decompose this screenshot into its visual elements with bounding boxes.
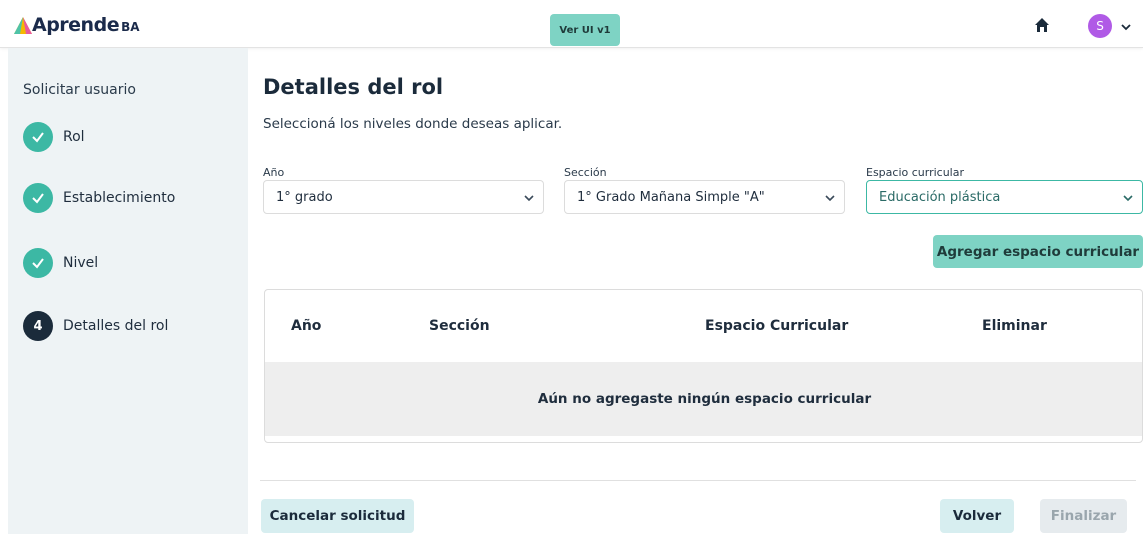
chevron-down-icon [523, 192, 535, 204]
column-header: Sección [429, 318, 490, 334]
step-detalles-del-rol: 4 Detalles del rol [23, 311, 168, 341]
step-label: Detalles del rol [63, 318, 169, 334]
step-label: Nivel [63, 255, 99, 271]
chevron-down-icon [824, 192, 836, 204]
back-button[interactable]: Volver [940, 499, 1014, 533]
step-number: 4 [23, 311, 53, 341]
logo-mark-icon [12, 15, 34, 35]
finish-button[interactable]: Finalizar [1040, 499, 1127, 533]
step-establecimiento: Establecimiento [23, 183, 175, 213]
seccion-label: Sección [564, 166, 607, 179]
chevron-down-icon [1122, 192, 1134, 204]
check-icon [23, 248, 53, 278]
anio-select[interactable]: 1° grado [263, 180, 544, 214]
step-rol: Rol [23, 122, 85, 152]
page-subtitle: Seleccioná los niveles donde deseas apli… [263, 116, 563, 132]
column-header: Eliminar [982, 318, 1047, 334]
check-icon [23, 122, 53, 152]
column-header: Espacio Curricular [705, 318, 849, 334]
sidebar-title: Solicitar usuario [23, 82, 136, 98]
espacio-value: Educación plástica [879, 189, 1001, 205]
espacio-label: Espacio curricular [866, 166, 965, 179]
sidebar: Solicitar usuario Rol Establecimiento Ni… [8, 48, 248, 534]
page-title: Detalles del rol [263, 75, 444, 99]
chevron-down-icon[interactable] [1119, 19, 1133, 33]
column-header: Año [291, 318, 322, 334]
divider [260, 480, 1136, 481]
add-espacio-button[interactable]: Agregar espacio curricular [933, 235, 1143, 268]
logo[interactable]: Aprende BA [12, 14, 140, 36]
check-icon [23, 183, 53, 213]
avatar[interactable]: S [1088, 14, 1112, 38]
espacio-select[interactable]: Educación plástica [866, 180, 1143, 214]
cancel-button[interactable]: Cancelar solicitud [261, 499, 414, 533]
home-icon[interactable] [1034, 17, 1050, 33]
empty-message: Aún no agregaste ningún espacio curricul… [265, 362, 1142, 436]
version-button[interactable]: Ver UI v1 [550, 14, 620, 46]
seccion-select[interactable]: 1° Grado Mañana Simple "A" [564, 180, 845, 214]
seccion-value: 1° Grado Mañana Simple "A" [577, 189, 765, 205]
top-bar: Aprende BA Ver UI v1 S [0, 0, 1143, 48]
logo-text: Aprende [32, 14, 120, 36]
step-label: Establecimiento [63, 190, 176, 206]
step-label: Rol [63, 129, 85, 145]
step-nivel: Nivel [23, 248, 98, 278]
anio-label: Año [263, 166, 285, 179]
espacios-table: Año Sección Espacio Curricular Eliminar … [264, 289, 1143, 443]
logo-suffix: BA [121, 19, 140, 34]
anio-value: 1° grado [276, 189, 333, 205]
